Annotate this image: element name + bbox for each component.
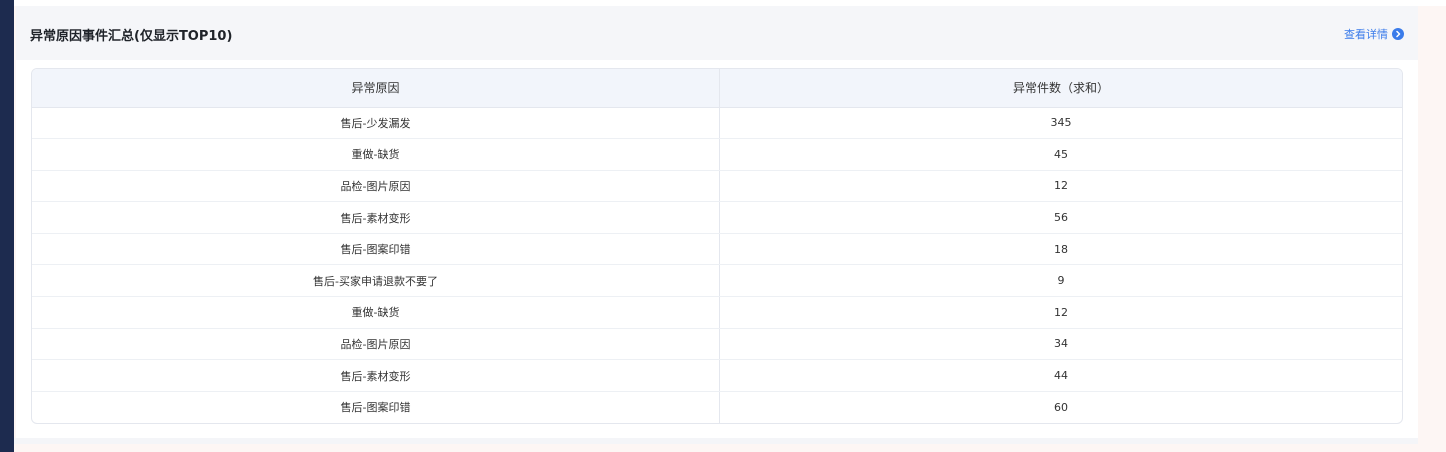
left-sidebar-edge [0, 0, 14, 452]
next-panel-edge [14, 438, 1418, 444]
cell-reason: 品检-图片原因 [32, 328, 720, 361]
cell-count: 60 [1054, 400, 1068, 414]
cell-reason: 售后-少发漏发 [32, 107, 720, 140]
column-header-reason[interactable]: 异常原因 [32, 69, 720, 108]
cell-count: 18 [719, 233, 1402, 266]
table-row[interactable]: 售后-少发漏发 345 [32, 107, 1402, 140]
cell-reason: 重做-缺货 [32, 296, 720, 329]
table-row[interactable]: 品检-图片原因 12 [32, 170, 1402, 203]
table-row[interactable]: 售后-图案印错 18 [32, 233, 1402, 266]
view-details-link[interactable]: 查看详情 [1344, 26, 1404, 42]
column-header-count[interactable]: 异常件数（求和） [719, 69, 1402, 108]
cell-reason: 重做-缺货 [32, 138, 720, 171]
page: 异常原因事件汇总(仅显示TOP10) 查看详情 异常原因 异常件数（求和） 售后… [0, 0, 1446, 452]
table-header-row: 异常原因 异常件数（求和） [32, 69, 1402, 108]
table-row[interactable]: 售后-素材变形 44 [32, 359, 1402, 392]
cell-count: 12 [719, 170, 1402, 203]
summary-panel: 异常原因事件汇总(仅显示TOP10) 查看详情 异常原因 异常件数（求和） 售后… [16, 6, 1418, 438]
table-row[interactable]: 售后-买家申请退款不要了 9 [32, 264, 1402, 298]
summary-table: 异常原因 异常件数（求和） 售后-少发漏发 345 重做-缺货 45 品检-图片… [32, 69, 1402, 423]
cell-count: 34 [719, 328, 1402, 361]
chevron-right-circle-icon[interactable] [1392, 28, 1404, 40]
cell-reason: 品检-图片原因 [32, 170, 720, 203]
cell-reason: 售后-素材变形 [32, 201, 720, 234]
table-row[interactable]: 售后-图案印错 60 [32, 391, 1402, 423]
cell-count: 45 [719, 138, 1402, 171]
table-row[interactable]: 重做-缺货 12 [32, 296, 1402, 329]
summary-table-container: 异常原因 异常件数（求和） 售后-少发漏发 345 重做-缺货 45 品检-图片… [31, 68, 1403, 424]
cell-reason: 售后-素材变形 [32, 359, 720, 392]
cell-count: 56 [719, 201, 1402, 234]
view-details-label[interactable]: 查看详情 [1344, 26, 1388, 42]
cell-count: 44 [719, 359, 1402, 392]
cell-count: 9 [719, 264, 1402, 298]
panel-header: 异常原因事件汇总(仅显示TOP10) 查看详情 [16, 6, 1418, 60]
table-row[interactable]: 售后-素材变形 56 [32, 201, 1402, 234]
cell-reason: 售后-图案印错 [32, 391, 720, 423]
table-row[interactable]: 品检-图片原因 34 [32, 328, 1402, 361]
cell-reason: 售后-图案印错 [32, 233, 720, 266]
cell-count: 12 [719, 296, 1402, 329]
panel-title: 异常原因事件汇总(仅显示TOP10) [30, 29, 233, 44]
table-row[interactable]: 重做-缺货 45 [32, 138, 1402, 171]
cell-reason: 售后-买家申请退款不要了 [32, 264, 720, 298]
cell-count: 345 [719, 107, 1402, 140]
